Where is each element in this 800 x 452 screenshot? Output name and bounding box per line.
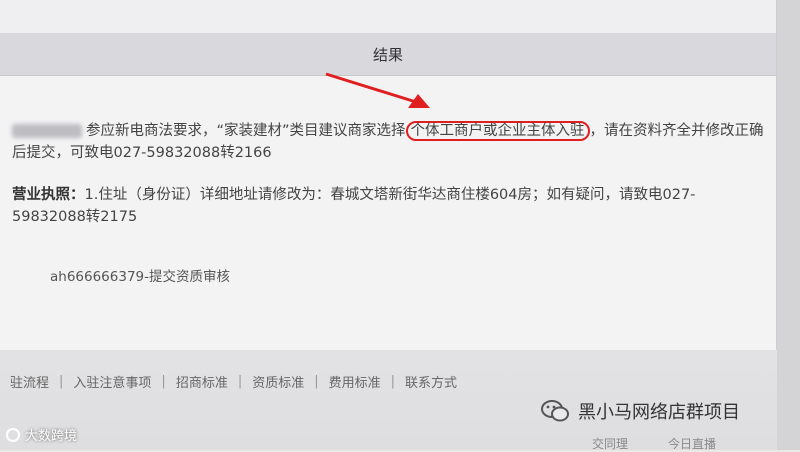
wechat-icon	[541, 400, 569, 422]
message-prefix: 参应新电商法要求，“家装建材”类目建议商家选择	[86, 123, 406, 139]
footer-link-contact[interactable]: 联系方式	[395, 372, 467, 391]
footer-link-process[interactable]: 驻流程	[0, 372, 59, 391]
right-edge	[777, 0, 800, 450]
brand-logo-icon	[6, 427, 20, 442]
footer-link-standards[interactable]: 招商标准	[166, 372, 238, 391]
bottom-faint-right: 今日直播	[668, 437, 717, 451]
result-panel: 结果 参应新电商法要求，“家装建材”类目建议商家选择 个体工商户或企业主体入驻 ，请…	[0, 0, 777, 350]
panel-title: 结果	[372, 45, 403, 64]
footer-link-notes[interactable]: 入驻注意事项	[63, 372, 161, 391]
watermark-right: 黑小马网络店群项目	[540, 398, 740, 424]
license-text: 1.住址（身份证）详细地址请修改为：春城文塔新街华达商住楼604房；如有疑问，请…	[12, 187, 696, 225]
review-message: 参应新电商法要求，“家装建材”类目建议商家选择 个体工商户或企业主体入驻 ，请在资料…	[12, 120, 772, 164]
highlighted-text: 个体工商户或企业主体入驻	[405, 121, 590, 141]
footer-links: 驻流程 | 入驻注意事项 | 招商标准 | 资质标准 | 费用标准 | 联系方式	[0, 370, 776, 392]
submit-log: ah666666379-提交资质审核	[50, 269, 231, 285]
license-label: 营业执照：	[12, 187, 85, 203]
watermark-left-text: 大数跨境	[25, 429, 78, 444]
screen: 结果 参应新电商法要求，“家装建材”类目建议商家选择 个体工商户或企业主体入驻 ，请…	[0, 0, 800, 452]
redacted-name	[12, 124, 82, 138]
footer-link-fees[interactable]: 费用标准	[319, 372, 391, 391]
license-note: 营业执照：1.住址（身份证）详细地址请修改为：春城文塔新街华达商住楼604房；如…	[12, 184, 752, 228]
footer-link-qualification[interactable]: 资质标准	[242, 372, 314, 391]
red-arrow-annotation	[325, 72, 430, 108]
watermark-left: 大数跨境	[6, 425, 77, 444]
bottom-faint-links: 交同理 今日直播	[592, 435, 716, 452]
watermark-right-text: 黑小马网络店群项目	[578, 402, 740, 423]
top-strip	[0, 0, 776, 33]
bottom-faint-left: 交同理	[592, 437, 629, 451]
